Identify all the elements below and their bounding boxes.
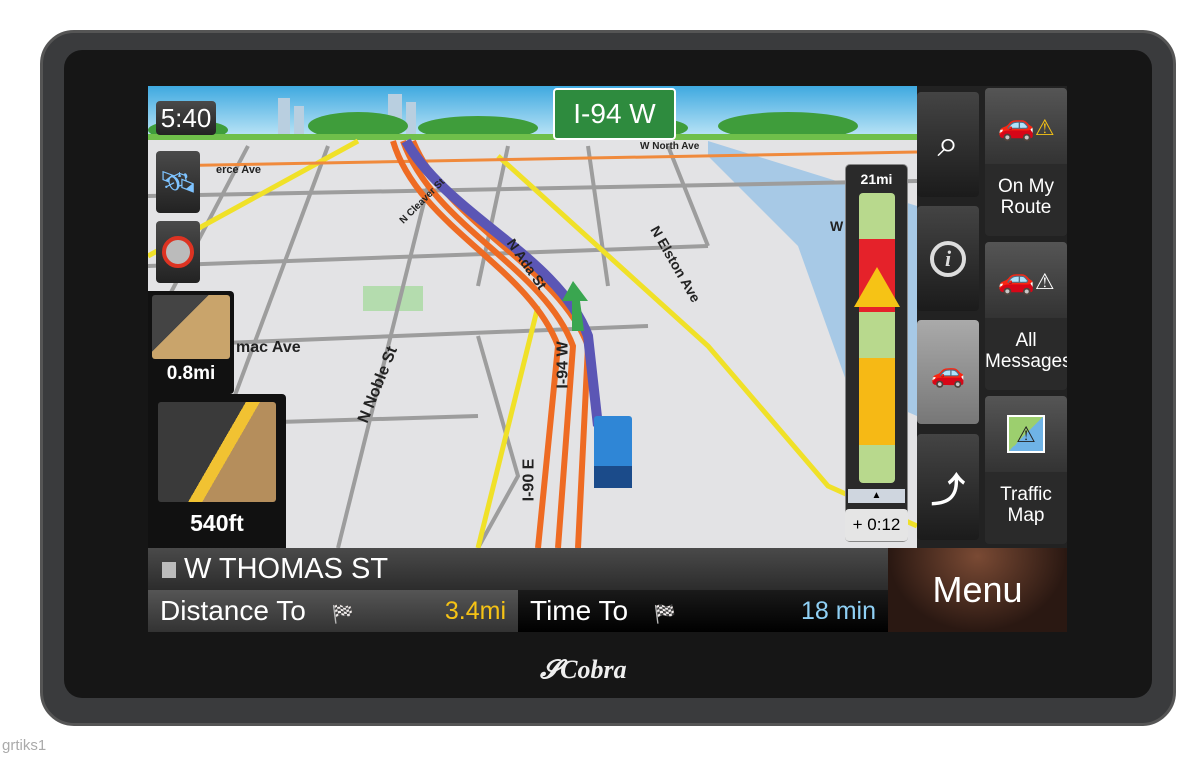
traffic-distance: 21mi [860, 171, 893, 187]
satellite-icon: 🛰 [158, 165, 198, 199]
street-sign-icon [162, 562, 176, 578]
button-label: All [1015, 330, 1037, 351]
on-my-route-button[interactable]: 🚗⚠ On My Route [985, 88, 1067, 236]
button-label: Messages [985, 351, 1067, 372]
info-icon: i [930, 240, 966, 277]
distance-value: 3.4mi [444, 597, 506, 625]
park [363, 286, 423, 311]
button-label: Map [1007, 505, 1045, 526]
route-button[interactable]: ⤴ [917, 434, 979, 540]
vehicle-icon [594, 416, 632, 488]
small-distance: 0.8mi [166, 363, 216, 384]
distance-label: Distance To [160, 595, 306, 626]
button-label: Route [1000, 197, 1052, 218]
screen: erce Ave W North Ave N Cleaver St N Ada … [148, 86, 1067, 632]
time-to-panel: Time To 🏁 18 min [518, 590, 888, 632]
all-messages-button[interactable]: 🚗⚠ All Messages [985, 242, 1067, 390]
button-label: Traffic [1000, 484, 1052, 505]
current-street-bar: W THOMAS ST [148, 548, 888, 590]
info-button[interactable]: i [917, 206, 979, 311]
highway-sign-text: I-94 W [573, 98, 656, 129]
search-icon: ⌕ [937, 123, 959, 165]
traffic-map-button[interactable]: ⚠ Traffic Map [985, 396, 1067, 544]
large-distance: 540ft [190, 510, 244, 536]
car-warning-icon: 🚗⚠ [997, 262, 1055, 296]
scroll-up-button[interactable]: ▲ [848, 489, 905, 503]
checkered-flag-icon: 🏁 [331, 604, 354, 624]
clock: 5:40 [156, 101, 216, 135]
time-value: 18 min [800, 597, 876, 625]
car-warning-icon: 🚗⚠ [997, 108, 1055, 142]
lane-guidance-large[interactable]: 540ft [148, 394, 286, 548]
street-label: W North Ave [640, 141, 700, 152]
delay-text: + 0:12 [852, 515, 901, 534]
route-icon: ⤴ [931, 471, 965, 510]
distance-to-panel: Distance To 🏁 3.4mi [148, 590, 518, 632]
accident-warning-icon [854, 267, 900, 307]
map-view[interactable]: erce Ave W North Ave N Cleaver St N Ada … [148, 86, 919, 549]
time-label: Time To [530, 595, 629, 626]
current-street: W THOMAS ST [184, 553, 389, 585]
watermark: grtiks1 [2, 737, 46, 754]
street-label: I-94 W [554, 341, 572, 389]
button-label: On My [998, 176, 1054, 197]
watermark-text: grtiks1 [2, 737, 47, 754]
traffic-level-track [858, 193, 895, 483]
street-label: mac Ave [236, 339, 301, 356]
traffic-detour-button[interactable]: 🚗 [917, 320, 979, 424]
curve-right-icon [152, 295, 230, 359]
brand-name: Cobra [560, 655, 627, 684]
street-label: I-90 E [520, 458, 538, 502]
highway-sign: I-94 W [553, 88, 676, 140]
clock-text: 5:40 [160, 103, 212, 133]
car-detour-icon: 🚗 [930, 356, 966, 388]
menu-button[interactable]: Menu [888, 548, 1067, 632]
search-button[interactable]: ⌕ [917, 92, 979, 197]
street-label: erce Ave [216, 164, 262, 176]
street-label: W [830, 218, 844, 234]
gps-satellite-button[interactable]: 🛰 [156, 151, 200, 213]
cobra-snake-icon: 𝓢 [540, 655, 561, 684]
menu-label: Menu [932, 569, 1023, 610]
lane-guidance-small[interactable]: 0.8mi [148, 291, 234, 394]
traffic-bar[interactable]: 21mi ▲ [845, 164, 908, 542]
junction-view-icon [158, 402, 276, 502]
map-warning-icon: ⚠ [1007, 415, 1045, 453]
traffic-delay: + 0:12 [845, 509, 908, 541]
cobra-logo: 𝓢Cobra [540, 655, 627, 686]
mute-icon [162, 236, 194, 268]
checkered-flag-icon: 🏁 [653, 604, 677, 624]
mute-button[interactable] [156, 221, 200, 283]
